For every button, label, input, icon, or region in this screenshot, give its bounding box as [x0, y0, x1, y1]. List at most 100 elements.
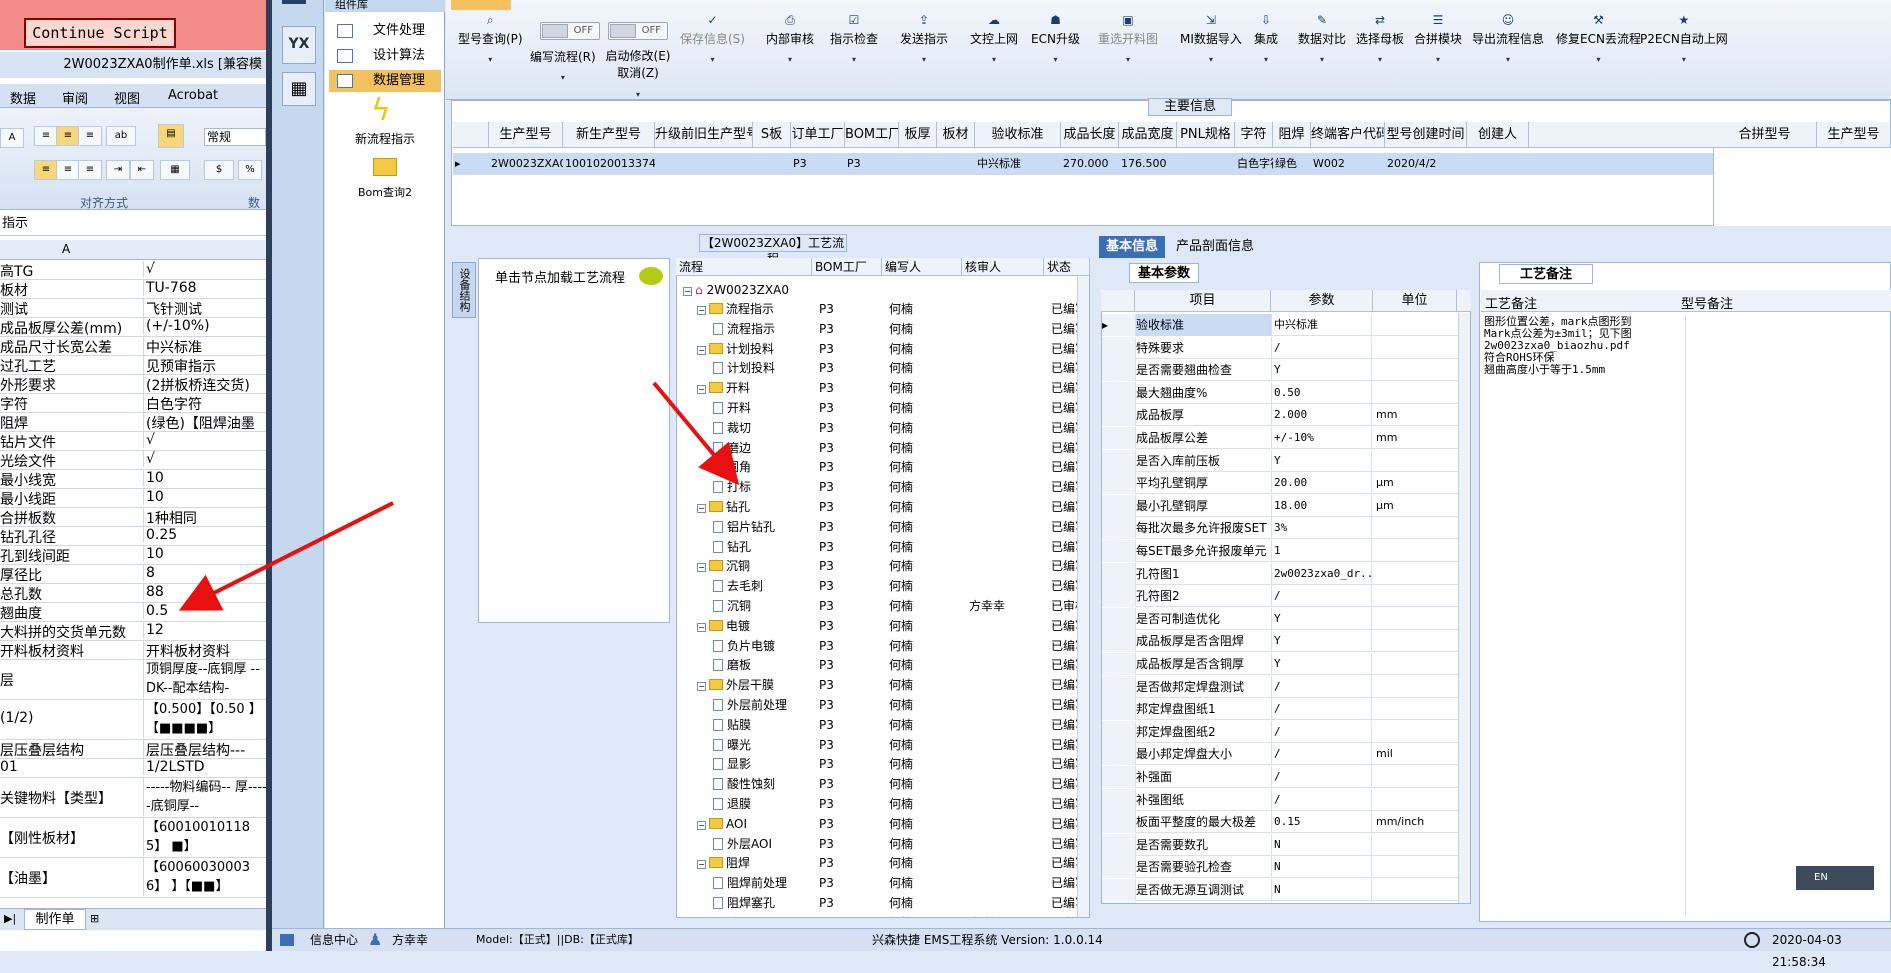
tree-row[interactable]: 阻焊塞孔 P3 何楠 已编写	[677, 894, 1089, 913]
param-row[interactable]: 补强面 /	[1102, 766, 1470, 788]
main-col-header[interactable]: 型号创建时间	[1385, 122, 1467, 148]
excel-cell-a[interactable]: 合拼板数	[0, 508, 140, 526]
excel-cell-a[interactable]: 板材	[0, 280, 140, 298]
row-selector[interactable]	[1102, 427, 1136, 449]
row-selector-icon[interactable]: ▸	[453, 153, 489, 175]
param-row[interactable]: 最大翘曲度% 0.50	[1102, 381, 1470, 404]
main-col-header[interactable]: 生产型号	[489, 122, 563, 148]
excel-cell-b[interactable]: 1种相同	[143, 508, 266, 526]
excel-row[interactable]: 高TG √	[0, 261, 266, 280]
toolbar-button-5[interactable]: ☑ 指示检查 ▾	[830, 14, 878, 64]
tree-node[interactable]: 计划投料	[713, 359, 775, 378]
tree-row[interactable]: 打标 P3 何楠 已编写	[677, 478, 1089, 497]
param-row[interactable]: 补强图纸 /	[1102, 788, 1470, 811]
main-cell[interactable]	[937, 153, 975, 175]
excel-cell-b[interactable]: 88	[143, 584, 266, 600]
tree-node[interactable]: 裁切	[713, 419, 751, 438]
tree-node[interactable]: 铝片钻孔	[713, 518, 775, 537]
tree-node[interactable]: 圆角	[713, 458, 751, 477]
excel-tab-view[interactable]: 视图	[114, 88, 140, 107]
excel-cell-b[interactable]: 【0.500】【0.50 】【■■■■】	[143, 700, 266, 738]
excel-row[interactable]: 钻孔孔径 0.25	[0, 527, 266, 546]
param-value[interactable]: 18.00	[1272, 494, 1372, 517]
number-format-select[interactable]: 常规	[204, 128, 266, 146]
col-model-note[interactable]: 型号备注	[1681, 293, 1733, 312]
param-value[interactable]: +/-10%	[1272, 427, 1372, 449]
param-row[interactable]: 是否做无源互调测试 N	[1102, 879, 1470, 901]
param-value[interactable]: 0.50	[1272, 381, 1372, 404]
tree-node[interactable]: 沉铜	[713, 597, 751, 616]
excel-cell-a[interactable]: 01	[0, 759, 140, 775]
tree-node[interactable]: − 电镀	[697, 617, 750, 636]
main-cell[interactable]	[753, 153, 791, 175]
excel-row[interactable]: 最小线距 10	[0, 489, 266, 508]
merge-icon[interactable]: ▦	[160, 160, 190, 180]
row-selector[interactable]	[1102, 879, 1136, 901]
main-cell[interactable]	[1177, 153, 1235, 175]
row-selector[interactable]	[1102, 901, 1136, 903]
param-row[interactable]: 成品板厚是否含铜厚 Y	[1102, 653, 1470, 675]
align-center-icon[interactable]: ≡	[56, 160, 80, 180]
main-col-header[interactable]: BOM工厂	[845, 122, 899, 148]
toolbar-button-17[interactable]: ★ P2ECN自动上网 ▾	[1640, 14, 1728, 64]
row-selector[interactable]	[1102, 359, 1136, 382]
formula-bar[interactable]: 指示	[0, 212, 266, 236]
toolbar-button-12[interactable]: ✎ 数据对比 ▾	[1298, 14, 1346, 64]
excel-row[interactable]: 外形要求 (2拼板桥连交货)	[0, 375, 266, 394]
param-value[interactable]: /	[1272, 698, 1372, 721]
indent-icon[interactable]: ⇥	[106, 160, 130, 180]
excel-row[interactable]: 厚径比 8	[0, 565, 266, 584]
excel-row[interactable]: 光绘文件 √	[0, 451, 266, 470]
dropdown-caret-icon[interactable]: ▾	[1414, 55, 1462, 64]
tree-node[interactable]: 外层AOI	[713, 835, 772, 854]
tree-node[interactable]: 贴膜	[713, 716, 751, 735]
excel-row[interactable]: 大料拼的交货单元数 12	[0, 622, 266, 641]
main-cell[interactable]	[899, 153, 937, 175]
tree-node[interactable]: 丝印	[713, 914, 751, 917]
tree-node[interactable]: 钻孔	[713, 538, 751, 557]
row-selector[interactable]	[1102, 811, 1136, 834]
row-selector[interactable]	[1102, 404, 1136, 427]
row-selector[interactable]	[1102, 698, 1136, 721]
tree-row[interactable]: 圆角 P3 何楠 已编写	[677, 458, 1089, 477]
excel-row[interactable]: (1/2) 【0.500】【0.50 】【■■■■】	[0, 700, 266, 740]
tree-row[interactable]: 阻焊前处理 P3 何楠 已编写	[677, 874, 1089, 893]
orientation-icon[interactable]: ab	[106, 126, 136, 146]
excel-row[interactable]: 最小线宽 10	[0, 470, 266, 489]
align-right-icon[interactable]: ≡	[78, 160, 102, 180]
excel-cell-b[interactable]: (绿色)【阻焊油墨	[143, 413, 266, 431]
tree-row[interactable]: 外层前处理 P3 何楠 已编写	[677, 696, 1089, 715]
column-a-label[interactable]: A	[62, 242, 70, 256]
excel-tab-acrobat[interactable]: Acrobat	[168, 88, 218, 103]
param-value[interactable]: /	[1272, 901, 1372, 903]
excel-row[interactable]: 【油墨】 【600600300036】 】【■■】	[0, 858, 266, 898]
tree-col-header[interactable]: 核审人	[962, 258, 1044, 276]
param-row[interactable]: 最小孔壁铜厚 18.00 μm	[1102, 494, 1470, 517]
excel-cell-b[interactable]: 白色字符	[143, 394, 266, 412]
main-cell[interactable]: P3	[845, 153, 899, 175]
tree-row[interactable]: 磨边 P3 何楠 已编写	[677, 439, 1089, 458]
tree-row[interactable]: − 电镀 P3 何楠 已编写	[677, 617, 1089, 636]
tree-node[interactable]: 曝光	[713, 736, 751, 755]
excel-row[interactable]: 过孔工艺 见预审指示	[0, 356, 266, 375]
excel-cell-b[interactable]: 10	[143, 470, 266, 486]
toolbar-button-11[interactable]: ⇩ 集成 ▾	[1254, 14, 1278, 64]
dropdown-caret-icon[interactable]: ▾	[1098, 55, 1158, 64]
tree-row[interactable]: 磨板 P3 何楠 已编写	[677, 656, 1089, 675]
tree-row[interactable]: 贴膜 P3 何楠 已编写	[677, 716, 1089, 735]
tree-row[interactable]: − 阻焊 P3 何楠 已编写	[677, 854, 1089, 873]
main-cell[interactable]: 2W0023ZXA0	[489, 153, 563, 175]
tree-row[interactable]: 外层AOI P3 何楠 已编写	[677, 835, 1089, 854]
tree-row[interactable]: 流程指示 P3 何楠 已编写	[677, 320, 1089, 339]
tree-node[interactable]: 酸性蚀刻	[713, 775, 775, 794]
toolbar-button-1[interactable]: 编写流程(R) ▾	[530, 48, 596, 82]
excel-cell-a[interactable]: 【油墨】	[0, 868, 140, 888]
collapse-icon[interactable]: −	[697, 345, 706, 355]
dropdown-caret-icon[interactable]: ▾	[1031, 55, 1080, 64]
excel-cell-a[interactable]: (1/2)	[0, 710, 140, 726]
tree-node[interactable]: 负片电镀	[713, 637, 775, 656]
main-col-header[interactable]: 新生产型号	[563, 122, 655, 148]
dropdown-caret-icon[interactable]: ▾	[680, 55, 745, 64]
collapse-icon[interactable]: −	[697, 563, 706, 573]
dropdown-caret-icon[interactable]: ▾	[1180, 55, 1242, 64]
